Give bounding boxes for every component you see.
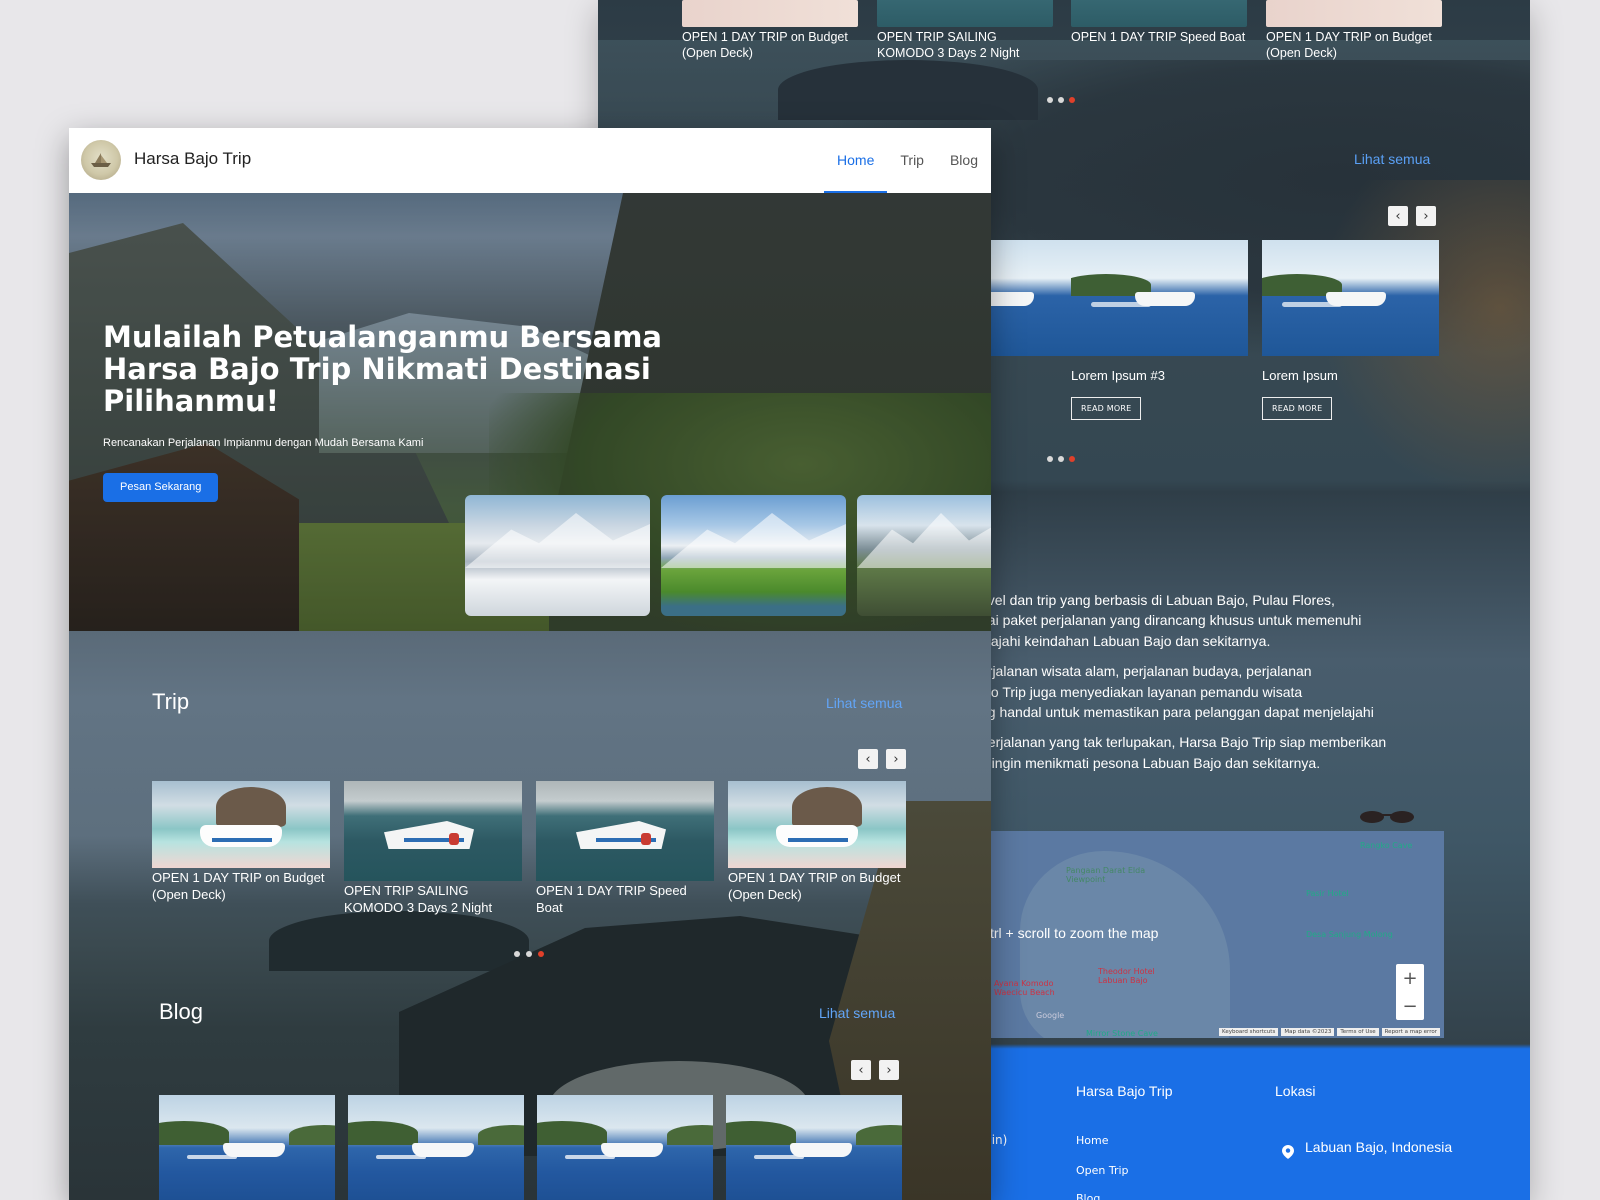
pagination-dot[interactable] [1058,456,1064,462]
trip-card-image [728,781,906,868]
trip-card-title: OPEN 1 DAY TRIP Speed Boat [536,883,687,915]
trip-pagination[interactable] [514,951,544,957]
trip-lihat-semua-link[interactable]: Lihat semua [826,695,902,711]
footer-location-text: Labuan Bajo, Indonesia [1305,1139,1453,1155]
footer-brand-title: Harsa Bajo Trip [1076,1083,1173,1099]
pagination-dot[interactable] [526,951,532,957]
back-trip-pagination[interactable] [1047,97,1075,103]
trip-card-image [536,781,714,881]
trip-card[interactable]: OPEN 1 DAY TRIP Speed Boat [536,781,714,916]
location-pin-icon [1282,1145,1294,1159]
hero-section: Mulailah Petualanganmu Bersama Harsa Baj… [69,193,991,631]
back-lihat-semua-link[interactable]: Lihat semua [1354,151,1430,167]
pagination-dot[interactable] [1047,97,1053,103]
read-more-button[interactable]: READ MORE [1071,397,1142,420]
trip-card-title: OPEN TRIP SAILING KOMODO 3 Days 2 Night [344,883,493,915]
book-now-button[interactable]: Pesan Sekarang [103,473,219,502]
trip-card-image [152,781,330,868]
back-blog-pagination[interactable] [1047,456,1075,462]
hero-title: Mulailah Petualanganmu Bersama Harsa Baj… [103,320,662,418]
location-map[interactable]: Pangaan Darat Elda Viewpoint Rangko Cave… [980,831,1444,1038]
trip-card-title: OPEN 1 DAY TRIP on Budget (Open Deck) [728,870,901,902]
blog-next-button[interactable]: › [879,1060,899,1080]
content-section: Trip Lihat semua ‹ › OPEN 1 DAY TRIP on … [69,631,991,1200]
footer-link-open-trip[interactable]: Open Trip [1076,1164,1129,1177]
trip-card-title: OPEN 1 DAY TRIP on Budget (Open Deck) [152,870,325,902]
footer-link-home[interactable]: Home [1076,1134,1108,1147]
blog-card-image[interactable] [537,1095,713,1200]
back-trip-card[interactable]: OPEN 1 DAY TRIP on Budget (Open Deck) [682,0,858,61]
chevron-right-icon: › [886,1062,892,1078]
chevron-left-icon[interactable]: ‹ [1388,206,1408,226]
trip-card[interactable]: OPEN TRIP SAILING KOMODO 3 Days 2 Night [344,781,522,916]
read-more-button[interactable]: READ MORE [1262,397,1333,420]
trip-card-image [344,781,522,881]
pagination-dot-active[interactable] [1069,97,1075,103]
chevron-right-icon[interactable]: › [1416,206,1436,226]
hero-subtitle: Rencanakan Perjalanan Impianmu dengan Mu… [103,437,424,449]
back-blog-card[interactable]: Lorem Ipsum READ MORE [1262,240,1439,420]
pagination-dot[interactable] [1058,97,1064,103]
trip-section-title: Trip [152,689,190,714]
hero-gallery-image[interactable] [661,495,846,616]
about-text: avel dan trip yang berbasis di Labuan Ba… [980,592,1387,771]
pagination-dot[interactable] [1047,456,1053,462]
blog-card-image[interactable] [159,1095,335,1200]
map-attribution: Keyboard shortcuts Map data ©2023 Terms … [1219,1028,1440,1036]
back-trip-card[interactable]: OPEN 1 DAY TRIP Speed Boat [1071,0,1247,45]
brand-logo[interactable] [81,140,121,180]
back-trip-card[interactable]: OPEN TRIP SAILING KOMODO 3 Days 2 Night [877,0,1053,61]
back-trip-card[interactable]: OPEN 1 DAY TRIP on Budget (Open Deck) [1266,0,1442,61]
trip-next-button[interactable]: › [886,749,906,769]
sunglasses-decoration [1360,811,1414,823]
trip-card[interactable]: OPEN 1 DAY TRIP on Budget (Open Deck) [728,781,906,903]
blog-card-title: Lorem Ipsum [1262,368,1338,383]
blog-card-image[interactable] [726,1095,902,1200]
zoom-out-button[interactable]: − [1402,996,1417,1017]
map-zoom-hint: trl + scroll to zoom the map [990,925,1159,941]
navbar: Harsa Bajo Trip Home Trip Blog [69,128,991,193]
boat-logo-icon [91,153,111,167]
nav-item-home[interactable]: Home [824,128,888,193]
front-page-mockup: Harsa Bajo Trip Home Trip Blog Mulailah … [69,128,991,1200]
back-blog-card[interactable]: Lorem Ipsum #3 READ MORE [1071,240,1248,420]
footer-link-blog[interactable]: Blog [1076,1192,1100,1200]
trip-prev-button[interactable]: ‹ [858,749,878,769]
chevron-right-icon: › [893,751,899,767]
zoom-in-button[interactable]: + [1402,968,1417,989]
nav-item-blog[interactable]: Blog [937,128,991,193]
pagination-dot-active[interactable] [1069,456,1075,462]
blog-prev-button[interactable]: ‹ [851,1060,871,1080]
blog-lihat-semua-link[interactable]: Lihat semua [819,1005,895,1021]
chevron-left-icon: ‹ [865,751,871,767]
nav-item-trip[interactable]: Trip [887,128,937,193]
brand-name[interactable]: Harsa Bajo Trip [134,149,251,169]
footer-location-title: Lokasi [1275,1083,1316,1099]
hero-gallery-image[interactable] [857,495,991,616]
map-zoom-control[interactable]: + − [1396,964,1424,1020]
blog-card-image[interactable] [348,1095,524,1200]
pagination-dot-active[interactable] [538,951,544,957]
chevron-left-icon: ‹ [858,1062,864,1078]
pagination-dot[interactable] [514,951,520,957]
blog-section-title: Blog [159,999,204,1024]
blog-card-title: Lorem Ipsum #3 [1071,368,1165,383]
trip-card[interactable]: OPEN 1 DAY TRIP on Budget (Open Deck) [152,781,330,903]
hero-gallery-image[interactable] [465,495,650,616]
nav-menu: Home Trip Blog [824,128,991,193]
